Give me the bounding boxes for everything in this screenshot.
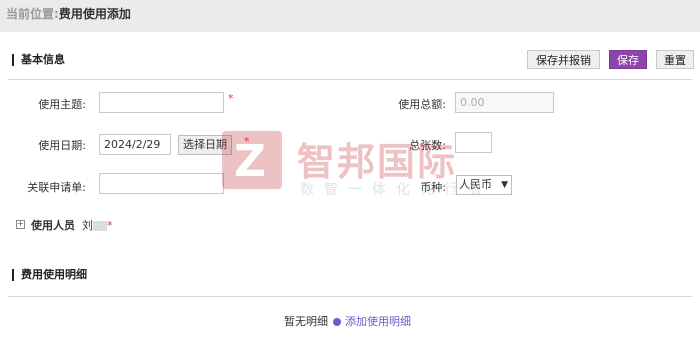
total-input[interactable] [455, 92, 554, 113]
section-title-detail: 费用使用明细 [12, 269, 87, 281]
divider [8, 79, 692, 80]
chevron-down-icon: ▼ [501, 180, 508, 190]
save-and-reimburse-button[interactable]: 保存并报销 [527, 50, 600, 69]
section-title-basic: 基本信息 [12, 54, 65, 66]
empty-detail: 暂无明细 添加使用明细 [284, 313, 411, 329]
currency-label: 币种: [420, 181, 446, 194]
related-request-label: 关联申请单: [27, 181, 86, 194]
related-request-input[interactable] [99, 173, 224, 194]
required-mark: * [107, 219, 113, 232]
save-button[interactable]: 保存 [609, 50, 647, 69]
required-mark: * [244, 135, 250, 148]
reset-button[interactable]: 重置 [656, 50, 694, 69]
add-detail-link[interactable]: 添加使用明细 [345, 315, 411, 328]
subject-input[interactable] [99, 92, 224, 113]
currency-value: 人民币 [459, 178, 492, 191]
breadcrumb-current: 费用使用添加 [58, 7, 131, 21]
redacted-block [93, 221, 107, 231]
breadcrumb-prefix: 当前位置: [6, 7, 59, 21]
top-bar: 当前位置:费用使用添加 [0, 0, 700, 32]
choose-date-button[interactable]: 选择日期 [178, 135, 232, 155]
user-name: 刘 [82, 219, 93, 232]
empty-text: 暂无明细 [284, 315, 328, 328]
expand-icon[interactable]: + [16, 220, 25, 229]
currency-select[interactable]: 人民币 ▼ [456, 175, 512, 195]
date-input[interactable] [99, 134, 171, 155]
count-label: 总张数: [409, 139, 446, 152]
required-mark: * [228, 92, 234, 105]
users-value[interactable]: 刘 * [82, 217, 113, 233]
date-label: 使用日期: [38, 139, 86, 152]
count-input[interactable] [455, 132, 492, 153]
add-icon [332, 318, 341, 326]
users-label: 使用人员 [31, 219, 75, 232]
subject-label: 使用主题: [38, 98, 86, 111]
breadcrumb: 当前位置:费用使用添加 [6, 5, 131, 22]
divider [8, 296, 692, 297]
total-label: 使用总额: [398, 98, 446, 111]
